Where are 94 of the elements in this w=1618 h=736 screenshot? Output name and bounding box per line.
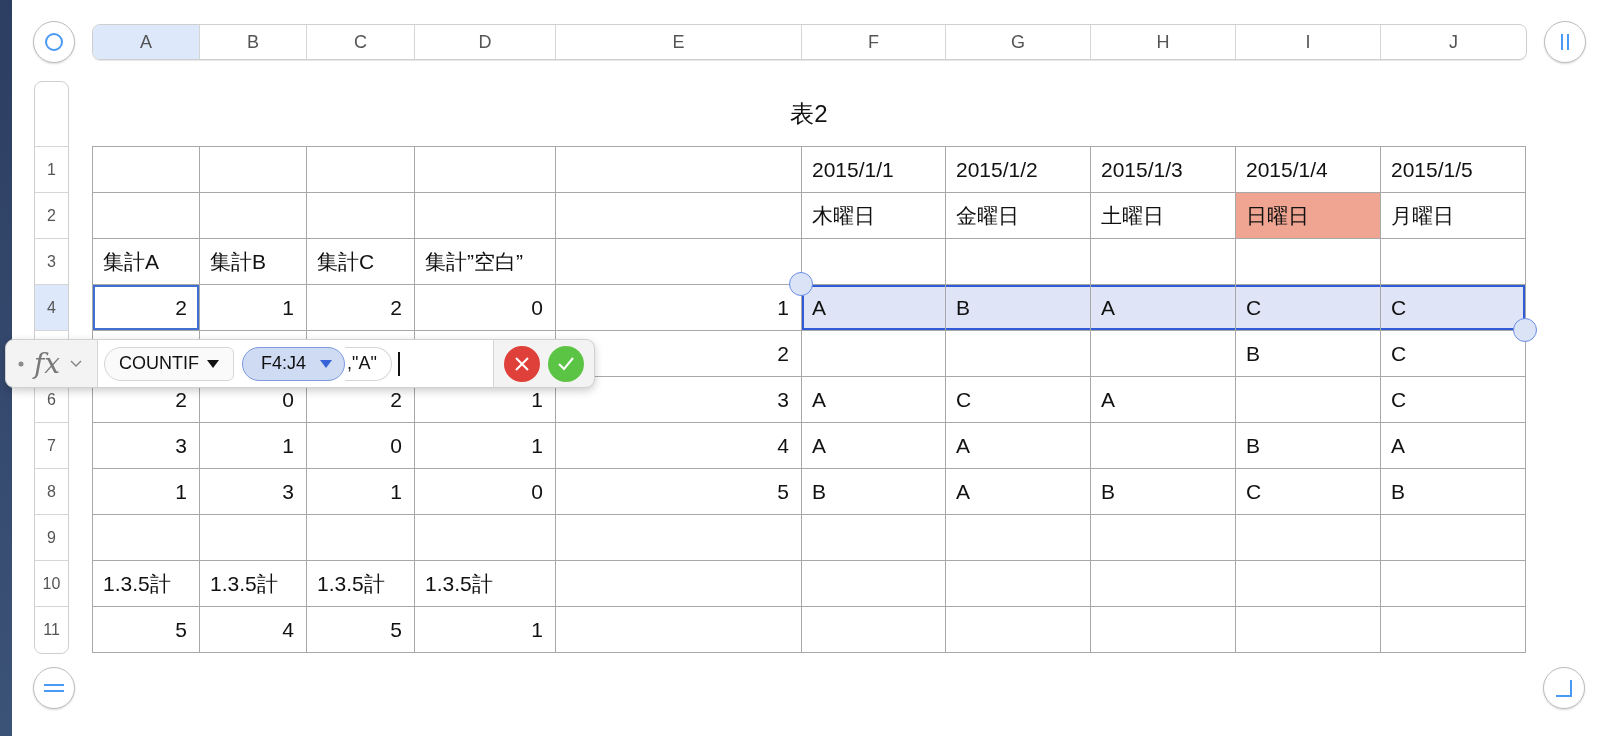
table-cell: 2 <box>307 285 415 331</box>
resize-table-button[interactable] <box>1543 667 1585 709</box>
column-header[interactable]: H <box>1091 25 1236 59</box>
table-cell: 5 <box>307 607 415 653</box>
row-header[interactable]: 4 <box>35 285 68 331</box>
table-title: 表2 <box>790 98 828 129</box>
column-header[interactable]: I <box>1236 25 1381 59</box>
table-cell: A <box>802 377 946 423</box>
table-cell: 3 <box>200 469 307 515</box>
table-cell: 0 <box>415 285 556 331</box>
add-column-button[interactable] <box>1544 21 1586 63</box>
table-cell: 1 <box>93 469 200 515</box>
circle-icon <box>44 32 64 52</box>
selection-handle[interactable] <box>1513 318 1537 342</box>
table-cell: 日曜日 <box>1236 193 1381 239</box>
table-cell: A <box>1381 423 1526 469</box>
table-cell: 集計B <box>200 239 307 285</box>
table-cell: A <box>802 423 946 469</box>
table-cell: 5 <box>556 469 802 515</box>
column-header[interactable]: D <box>415 25 556 59</box>
selection-handle[interactable] <box>789 272 813 296</box>
table-cell: 2015/1/3 <box>1091 147 1236 193</box>
table-cell: B <box>802 469 946 515</box>
row-header[interactable]: 11 <box>35 607 68 653</box>
caret-icon <box>320 358 333 369</box>
row-header[interactable]: 9 <box>35 515 68 561</box>
column-header[interactable]: F <box>802 25 946 59</box>
table-cell: 1.3.5計 <box>415 561 556 607</box>
dot-icon <box>18 360 24 367</box>
text-cursor <box>397 351 400 376</box>
cancel-button[interactable] <box>504 345 540 382</box>
table-cell: 集計”空白” <box>415 239 556 285</box>
table-cell: 4 <box>556 423 802 469</box>
table-cell: 2015/1/2 <box>946 147 1091 193</box>
table-cell: B <box>946 285 1091 331</box>
add-row-button[interactable] <box>33 667 75 709</box>
row-header[interactable]: 7 <box>35 423 68 469</box>
double-bar-icon <box>1558 32 1572 52</box>
fx-label[interactable]: fx <box>34 347 61 380</box>
table-cell: 1 <box>307 469 415 515</box>
table-cell: B <box>1236 423 1381 469</box>
table-cell: A <box>1091 377 1236 423</box>
close-icon <box>514 355 530 372</box>
table-cell: 1 <box>415 607 556 653</box>
table-cell: C <box>946 377 1091 423</box>
table-cell: 金曜日 <box>946 193 1091 239</box>
row-header[interactable]: 1 <box>35 147 68 193</box>
table-cell: 2 <box>93 285 200 331</box>
column-header[interactable]: A <box>93 25 200 59</box>
table-cell: 1.3.5計 <box>307 561 415 607</box>
column-header[interactable]: C <box>307 25 415 59</box>
table-cell: B <box>1236 331 1381 377</box>
range-token[interactable]: F4:J4 <box>242 346 346 381</box>
column-header[interactable]: J <box>1381 25 1526 59</box>
table-cell: C <box>1381 285 1526 331</box>
column-header[interactable]: E <box>556 25 802 59</box>
table-cell: 1 <box>200 285 307 331</box>
table-cell: B <box>1091 469 1236 515</box>
corner-icon <box>1555 679 1573 697</box>
table-cell: 1.3.5計 <box>200 561 307 607</box>
table-cell: A <box>946 423 1091 469</box>
table-cell: C <box>1236 469 1381 515</box>
table-cell: B <box>1381 469 1526 515</box>
table-cell: A <box>802 285 946 331</box>
table-cell: 木曜日 <box>802 193 946 239</box>
table-cell: 集計A <box>93 239 200 285</box>
table-cell: 2015/1/5 <box>1381 147 1526 193</box>
checkmark-icon <box>557 355 575 372</box>
row-header[interactable]: 8 <box>35 469 68 515</box>
table-cell: C <box>1236 285 1381 331</box>
table-cell: 1.3.5計 <box>93 561 200 607</box>
table-cell: A <box>946 469 1091 515</box>
row-header[interactable]: 2 <box>35 193 68 239</box>
column-header[interactable]: G <box>946 25 1091 59</box>
table-cell: 1 <box>415 423 556 469</box>
table-cell: 4 <box>200 607 307 653</box>
table-cell: C <box>1381 377 1526 423</box>
table-cell: 3 <box>93 423 200 469</box>
chevron-down-icon[interactable] <box>70 359 83 368</box>
select-table-button[interactable] <box>33 21 75 63</box>
table-cell: 0 <box>415 469 556 515</box>
table-cell: 1 <box>200 423 307 469</box>
accept-button[interactable] <box>548 345 584 382</box>
table-cell: 集計C <box>307 239 415 285</box>
column-header[interactable]: B <box>200 25 307 59</box>
caret-icon <box>207 358 219 369</box>
table-cell: 月曜日 <box>1381 193 1526 239</box>
table-cell: A <box>1091 285 1236 331</box>
table-cell: 5 <box>93 607 200 653</box>
table-cell: 0 <box>307 423 415 469</box>
equals-icon <box>43 681 65 695</box>
function-token[interactable]: COUNTIF <box>104 346 234 381</box>
row-header[interactable]: 10 <box>35 561 68 607</box>
table-cell: 2015/1/1 <box>802 147 946 193</box>
